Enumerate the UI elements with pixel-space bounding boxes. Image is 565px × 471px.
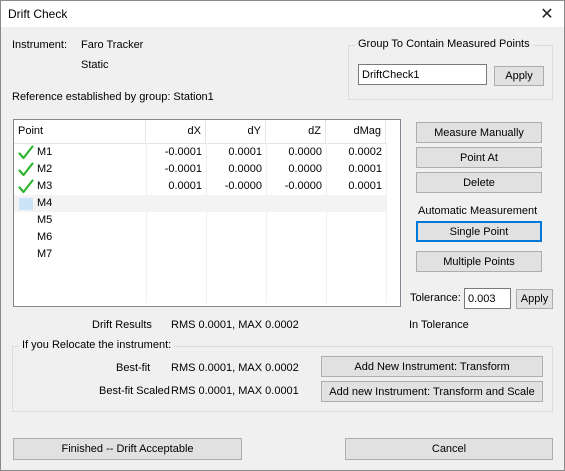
group-legend: Group To Contain Measured Points (355, 38, 533, 50)
tolerance-apply-button[interactable]: Apply (516, 289, 553, 309)
dz-cell (266, 212, 326, 229)
drift-check-dialog: Drift Check ✕ Instrument: Faro Tracker S… (0, 0, 565, 471)
dmag-cell (326, 195, 386, 212)
dy-cell: -0.0000 (224, 180, 262, 192)
dz-cell: 0.0000 (288, 163, 322, 175)
dy-cell (206, 212, 266, 229)
dz-cell (266, 195, 326, 212)
instrument-name: Faro Tracker (81, 39, 144, 51)
cancel-button[interactable]: Cancel (345, 438, 553, 460)
col-dmag[interactable]: dMag (326, 120, 386, 143)
group-name-input[interactable] (358, 64, 487, 85)
bestfit-value: RMS 0.0001, MAX 0.0002 (171, 362, 299, 374)
delete-button[interactable]: Delete (416, 172, 542, 193)
finished-button[interactable]: Finished -- Drift Acceptable (13, 438, 242, 460)
col-point[interactable]: Point (14, 120, 146, 143)
dx-cell: -0.0001 (164, 146, 202, 158)
dmag-cell (326, 212, 386, 229)
table-row[interactable]: M2 -0.0001 0.0000 0.0000 0.0001 (14, 161, 386, 178)
dy-cell: 0.0000 (228, 163, 262, 175)
point-name-cell: M5 (37, 214, 53, 226)
instrument-state: Static (81, 59, 109, 71)
table-row[interactable]: M6 (14, 229, 386, 246)
automatic-legend: Automatic Measurement (415, 205, 541, 217)
dz-cell (266, 229, 326, 246)
bestfit-label: Best-fit (116, 362, 151, 374)
point-at-button[interactable]: Point At (416, 147, 542, 168)
checkmark-icon (18, 145, 34, 160)
drift-status: In Tolerance (409, 319, 469, 331)
selection-indicator (19, 198, 33, 210)
dmag-cell (326, 246, 386, 263)
dmag-cell: 0.0002 (348, 146, 382, 158)
col-dy[interactable]: dY (206, 120, 266, 143)
table-row[interactable]: M3 0.0001 -0.0000 -0.0000 0.0001 (14, 178, 386, 195)
instrument-label: Instrument: (12, 39, 68, 51)
table-row[interactable]: M1 -0.0001 0.0001 0.0000 0.0002 (14, 144, 386, 161)
group-apply-button[interactable]: Apply (494, 66, 544, 86)
dmag-cell (326, 229, 386, 246)
dx-cell (146, 229, 206, 246)
tolerance-input[interactable] (464, 288, 511, 309)
table-row[interactable]: M7 (14, 246, 386, 263)
drift-results-value: RMS 0.0001, MAX 0.0002 (171, 319, 299, 331)
add-transform-button[interactable]: Add New Instrument: Transform (321, 356, 543, 377)
col-dx[interactable]: dX (146, 120, 206, 143)
table-row[interactable]: M5 (14, 212, 386, 229)
point-name-cell: M3 (37, 180, 53, 192)
measure-manually-button[interactable]: Measure Manually (416, 122, 542, 143)
dz-cell: 0.0000 (288, 146, 322, 158)
col-dz[interactable]: dZ (266, 120, 326, 143)
dmag-cell: 0.0001 (348, 163, 382, 175)
relocate-legend: If you Relocate the instrument: (19, 339, 175, 351)
dx-cell (146, 212, 206, 229)
dx-cell: 0.0001 (168, 180, 202, 192)
dz-cell: -0.0000 (284, 180, 322, 192)
dy-cell: 0.0001 (228, 146, 262, 158)
single-point-button[interactable]: Single Point (416, 221, 542, 242)
point-name-cell: M1 (37, 146, 53, 158)
dx-cell (146, 246, 206, 263)
point-name-cell: M4 (37, 197, 53, 209)
checkmark-icon (18, 162, 34, 177)
checkmark-icon (18, 179, 34, 194)
close-icon[interactable]: ✕ (530, 1, 564, 27)
point-name-cell: M7 (37, 248, 53, 260)
dy-cell (206, 195, 266, 212)
drift-results-label: Drift Results (92, 319, 152, 331)
dmag-cell: 0.0001 (348, 180, 382, 192)
tolerance-label: Tolerance: (410, 292, 461, 304)
dx-cell (146, 195, 206, 212)
window-title: Drift Check (8, 7, 68, 21)
bestfit-scaled-label: Best-fit Scaled (99, 385, 170, 397)
point-name-cell: M2 (37, 163, 53, 175)
table-row[interactable]: M4 (14, 195, 386, 212)
dy-cell (206, 229, 266, 246)
multiple-points-button[interactable]: Multiple Points (416, 251, 542, 272)
bestfit-scaled-value: RMS 0.0001, MAX 0.0001 (171, 385, 299, 397)
title-bar: Drift Check ✕ (1, 1, 564, 27)
point-name-cell: M6 (37, 231, 53, 243)
dx-cell: -0.0001 (164, 163, 202, 175)
reference-text: Reference established by group: Station1 (12, 91, 214, 103)
dy-cell (206, 246, 266, 263)
dz-cell (266, 246, 326, 263)
points-table[interactable]: Point dX dY dZ dMag M1 -0.0001 0.0001 0.000… (13, 119, 401, 307)
add-transform-scale-button[interactable]: Add new Instrument: Transform and Scale (321, 381, 543, 402)
table-header: Point dX dY dZ dMag (14, 120, 386, 144)
